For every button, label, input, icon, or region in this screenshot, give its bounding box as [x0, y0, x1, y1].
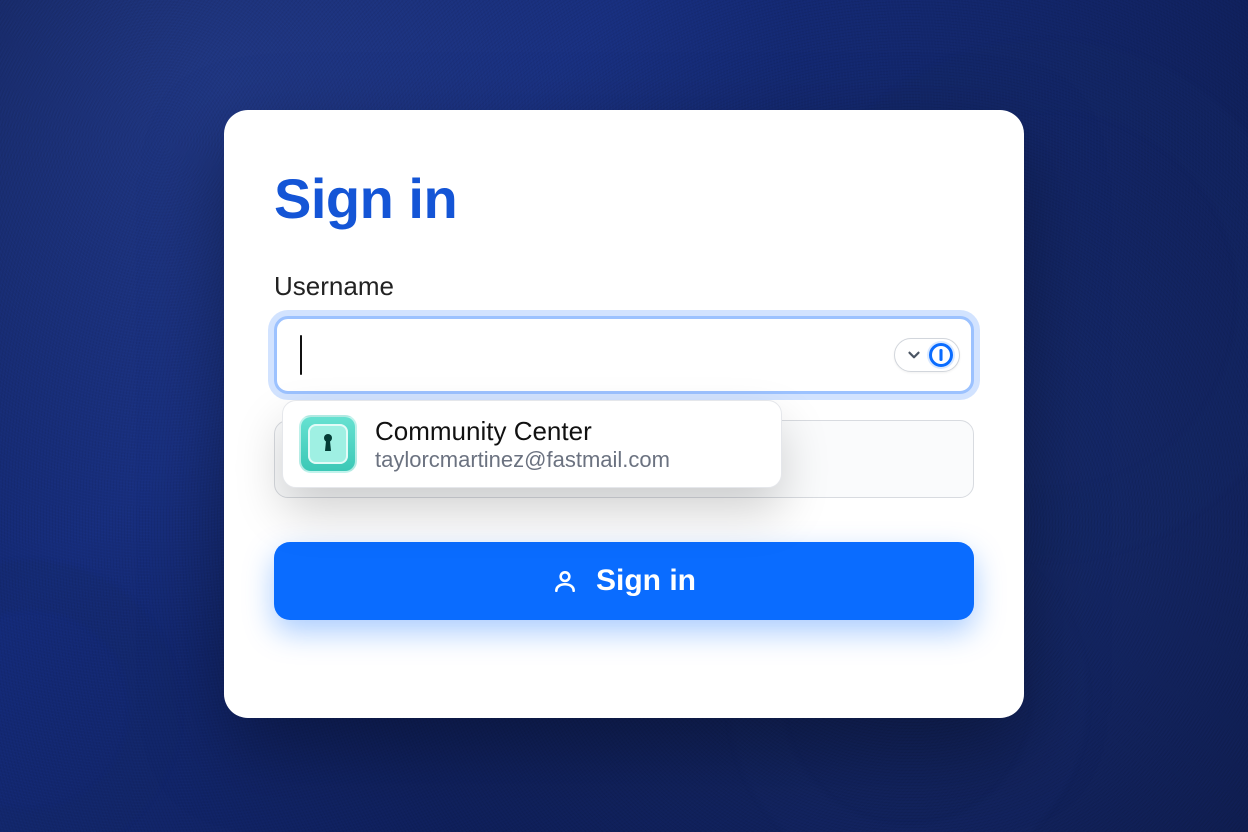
- user-icon: [552, 568, 578, 594]
- signin-button-label: Sign in: [596, 564, 696, 598]
- autofill-suggestion[interactable]: Community Center taylorcmartinez@fastmai…: [282, 400, 782, 488]
- text-caret: [300, 335, 302, 375]
- username-input[interactable]: [274, 316, 974, 394]
- autofill-app-icon: [299, 415, 357, 473]
- autofill-title: Community Center: [375, 416, 670, 447]
- signin-button[interactable]: Sign in: [274, 542, 974, 620]
- chevron-down-icon: [905, 346, 923, 364]
- page-title: Sign in: [274, 166, 974, 231]
- autofill-subtitle: taylorcmartinez@fastmail.com: [375, 447, 670, 473]
- username-label: Username: [274, 271, 974, 302]
- password-manager-pill[interactable]: [894, 338, 960, 372]
- onepassword-icon: [929, 343, 953, 367]
- signin-card: Sign in Username Community Center taylor…: [224, 110, 1024, 718]
- autofill-text: Community Center taylorcmartinez@fastmai…: [375, 416, 670, 473]
- keyhole-icon: [320, 431, 336, 458]
- username-field-wrap: Community Center taylorcmartinez@fastmai…: [274, 316, 974, 394]
